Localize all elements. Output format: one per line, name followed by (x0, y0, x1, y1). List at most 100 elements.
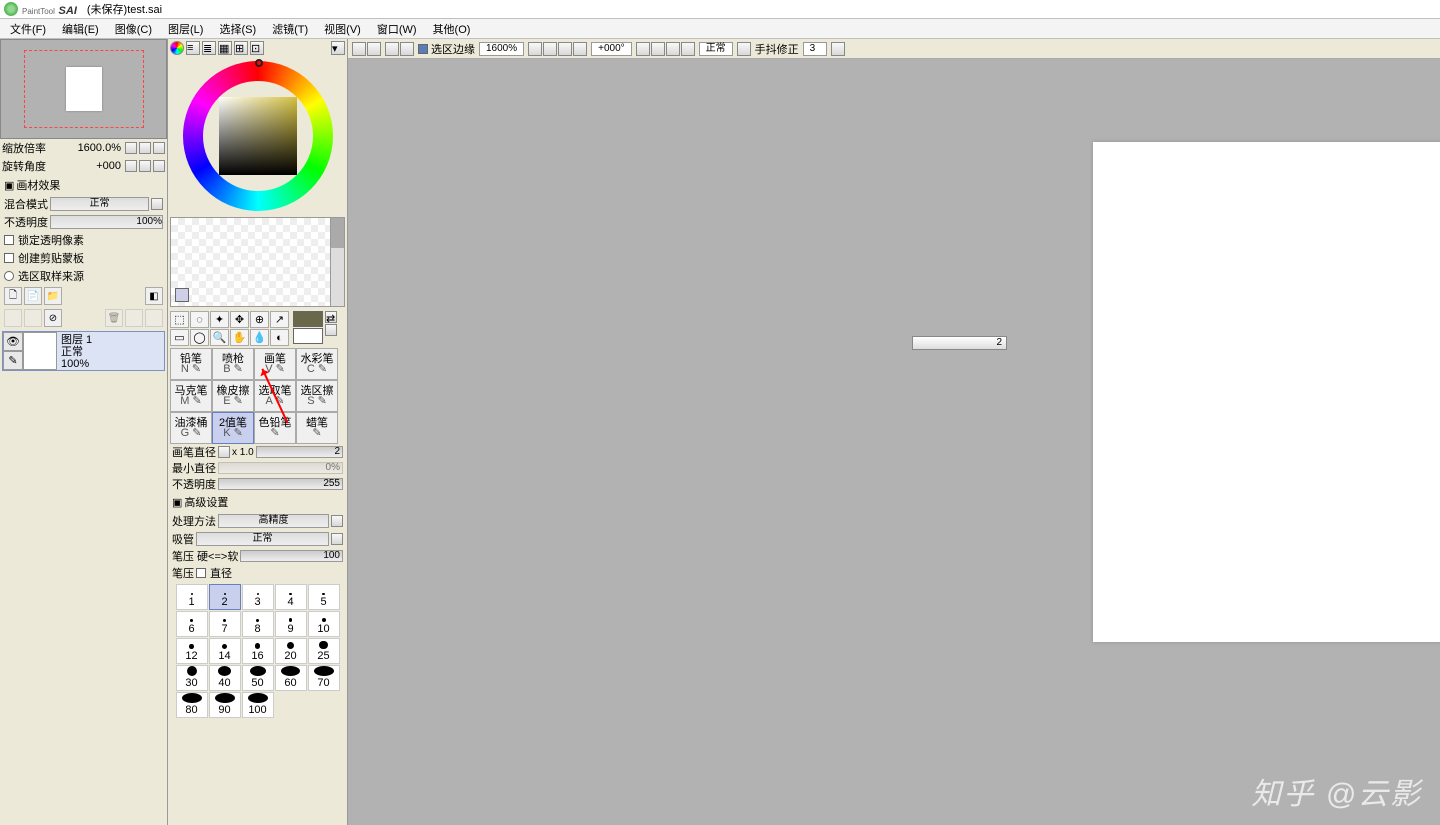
layer-opacity-slider[interactable]: 100% (50, 215, 163, 229)
size-preset-12[interactable]: 12 (176, 638, 208, 664)
pressure-slider[interactable]: 100 (240, 550, 343, 562)
hand-tool[interactable]: ✋ (230, 329, 249, 346)
size-preset-80[interactable]: 80 (176, 692, 208, 718)
size-preset-25[interactable]: 25 (308, 638, 340, 664)
brush-马克笔[interactable]: 马克笔M ✎ (170, 380, 212, 412)
size-preset-8[interactable]: 8 (242, 611, 274, 637)
size-preset-1[interactable]: 1 (176, 584, 208, 610)
menu-filter[interactable]: 滤镜(T) (264, 19, 316, 39)
tb-zoom-actual[interactable] (573, 42, 587, 56)
color-wheel-icon[interactable] (170, 41, 184, 55)
invert-sel-button[interactable] (400, 42, 414, 56)
size-preset-60[interactable]: 60 (275, 665, 307, 691)
brush-2值笔[interactable]: 2值笔K ✎ (212, 412, 254, 444)
stabilizer-dropdown[interactable] (831, 42, 845, 56)
blend-dropdown-icon[interactable] (151, 198, 163, 210)
zoom-in-button[interactable] (139, 142, 151, 154)
lasso-tool[interactable]: ◌ (190, 311, 209, 328)
bg-color-swatch[interactable] (293, 328, 323, 344)
color-picker-tool[interactable]: 💧 (250, 329, 269, 346)
canvas-viewport[interactable]: 2 知乎 @云影 (348, 59, 1440, 825)
size-preset-10[interactable]: 10 (308, 611, 340, 637)
redo-button[interactable] (367, 42, 381, 56)
rotate-ccw-button[interactable] (125, 160, 137, 172)
canvas-mode-dropdown[interactable] (737, 42, 751, 56)
menu-window[interactable]: 窗口(W) (369, 19, 425, 39)
brush-opacity-slider[interactable]: 255 (218, 478, 343, 490)
magic-wand-tool[interactable]: ✦ (210, 311, 229, 328)
mask-icon[interactable]: ◧ (145, 287, 163, 305)
canvas-page[interactable] (1093, 142, 1440, 642)
brush-选区擦[interactable]: 选区擦S ✎ (296, 380, 338, 412)
brush-铅笔[interactable]: 铅笔N ✎ (170, 348, 212, 380)
reset-colors-icon[interactable] (325, 324, 337, 336)
size-preset-50[interactable]: 50 (242, 665, 274, 691)
size-stepper[interactable] (218, 446, 230, 458)
flatten-icon[interactable] (24, 309, 42, 327)
tb-zoom-in[interactable] (543, 42, 557, 56)
rect-select-tool[interactable]: ⬚ (170, 311, 189, 328)
ellipse-tool[interactable]: ◯ (190, 329, 209, 346)
sel-source-checkbox[interactable] (4, 271, 14, 281)
size-preset-9[interactable]: 9 (275, 611, 307, 637)
brush-size-slider[interactable]: 2 (256, 446, 343, 458)
layer-down-icon[interactable] (125, 309, 143, 327)
swatch-icon[interactable]: ⊞ (234, 41, 248, 55)
layer-item[interactable]: 👁 ✎ 图层 1 正常 100% (2, 331, 165, 371)
color-panel-dropdown-icon[interactable]: ▾ (331, 41, 345, 55)
tb-zoom-fit[interactable] (558, 42, 572, 56)
clip-mask-checkbox[interactable] (4, 253, 14, 263)
effects-header[interactable]: ▣画材效果 (0, 175, 167, 195)
new-layer-icon[interactable]: 🗋 (4, 287, 22, 305)
zoom-field[interactable]: 1600% (479, 42, 524, 56)
size-preset-16[interactable]: 16 (242, 638, 274, 664)
magnify-tool[interactable]: 🔍 (210, 329, 229, 346)
brush-水彩笔[interactable]: 水彩笔C ✎ (296, 348, 338, 380)
brush-蜡笔[interactable]: 蜡笔 ✎ (296, 412, 338, 444)
diameter-checkbox[interactable] (196, 568, 206, 578)
edit-layer-icon[interactable]: ✎ (3, 351, 23, 370)
size-preset-20[interactable]: 20 (275, 638, 307, 664)
merge-down-icon[interactable] (4, 309, 22, 327)
pipette-select[interactable]: 正常 (196, 532, 329, 546)
scratchpad[interactable] (170, 217, 345, 307)
menu-layer[interactable]: 图层(L) (160, 19, 211, 39)
new-linework-icon[interactable]: 📄 (24, 287, 42, 305)
brush-色铅笔[interactable]: 色铅笔 ✎ (254, 412, 296, 444)
stabilizer-field[interactable]: 3 (803, 42, 827, 56)
brush-喷枪[interactable]: 喷枪B ✎ (212, 348, 254, 380)
size-preset-30[interactable]: 30 (176, 665, 208, 691)
flip-tool[interactable]: ◐ (270, 329, 289, 346)
zoom-out-button[interactable] (125, 142, 137, 154)
tb-zoom-out[interactable] (528, 42, 542, 56)
menu-image[interactable]: 图像(C) (107, 19, 160, 39)
size-preset-40[interactable]: 40 (209, 665, 241, 691)
sel-edge-checkbox[interactable] (418, 44, 428, 54)
tb-rot-reset[interactable] (666, 42, 680, 56)
canvas-mode-field[interactable]: 正常 (699, 42, 733, 56)
navigator[interactable] (0, 39, 167, 139)
brush-橡皮擦[interactable]: 橡皮擦E ✎ (212, 380, 254, 412)
deselect-button[interactable] (385, 42, 399, 56)
brush-油漆桶[interactable]: 油漆桶G ✎ (170, 412, 212, 444)
visibility-icon[interactable]: 👁 (3, 332, 23, 351)
swap-colors-icon[interactable]: ⇄ (325, 311, 337, 323)
zoom-reset-button[interactable] (153, 142, 165, 154)
rotate-cw-button[interactable] (139, 160, 151, 172)
tb-flip[interactable] (681, 42, 695, 56)
method-dropdown-icon[interactable] (331, 515, 343, 527)
size-preset-3[interactable]: 3 (242, 584, 274, 610)
menu-view[interactable]: 视图(V) (316, 19, 369, 39)
move-tool[interactable]: ✥ (230, 311, 249, 328)
lock-alpha-checkbox[interactable] (4, 235, 14, 245)
size-preset-90[interactable]: 90 (209, 692, 241, 718)
size-preset-70[interactable]: 70 (308, 665, 340, 691)
menu-file[interactable]: 文件(F) (2, 19, 54, 39)
new-folder-icon[interactable]: 📁 (44, 287, 62, 305)
size-preset-2[interactable]: 2 (209, 584, 241, 610)
gray-slider-icon[interactable]: ▦ (218, 41, 232, 55)
rgb-slider-icon[interactable]: ≡ (186, 41, 200, 55)
method-select[interactable]: 高精度 (218, 514, 329, 528)
size-preset-100[interactable]: 100 (242, 692, 274, 718)
color-wheel[interactable] (168, 57, 347, 215)
